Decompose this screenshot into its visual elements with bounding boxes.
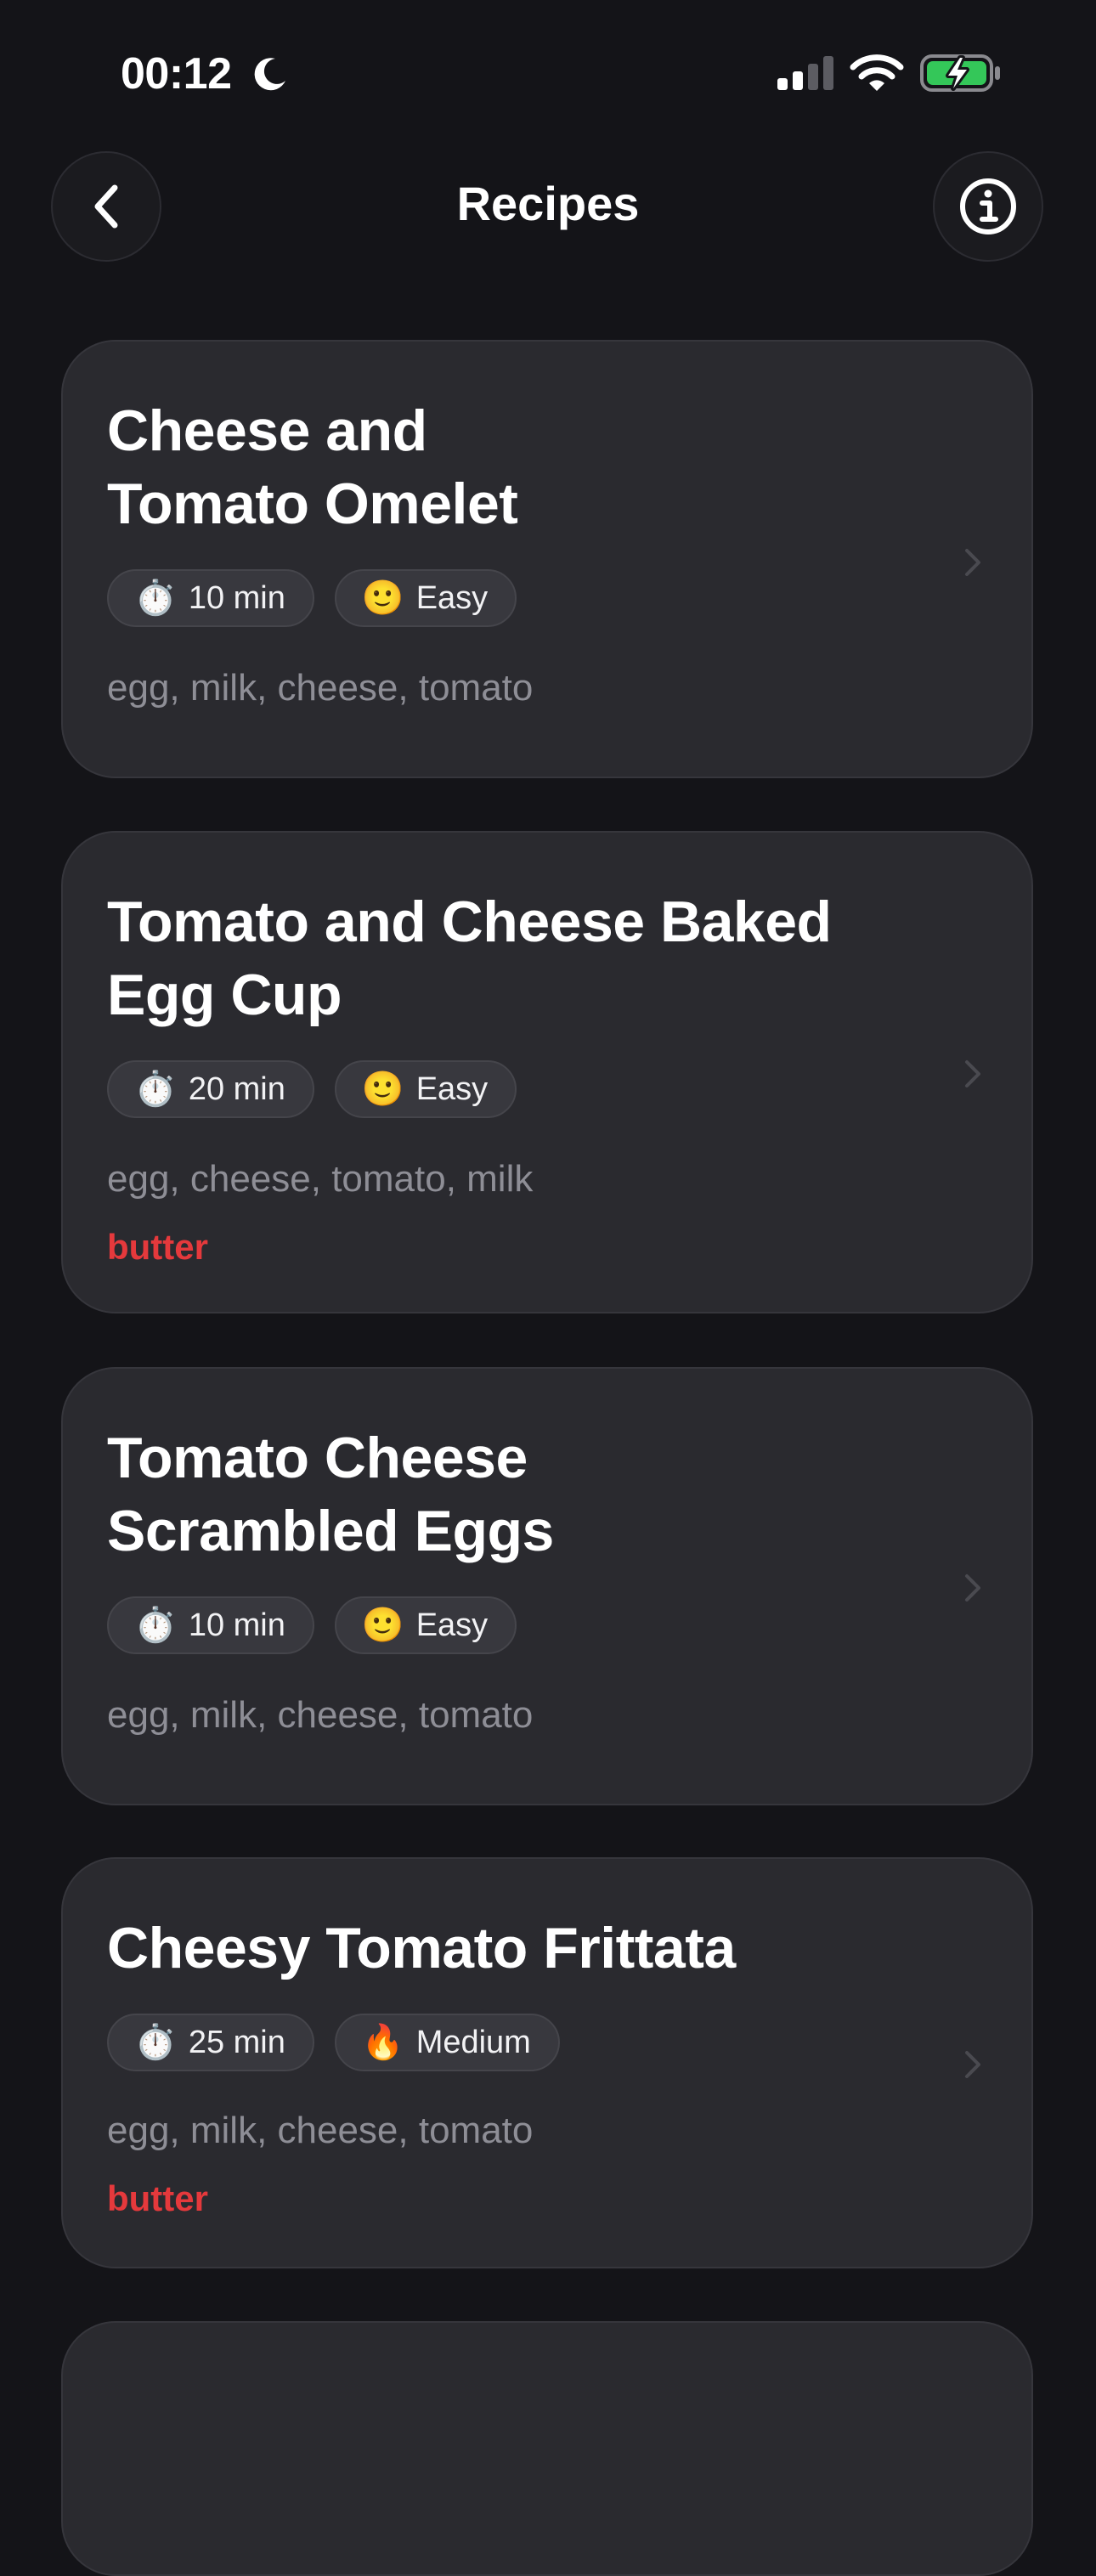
recipe-badges: ⏱️ 10 min 🙂 Easy (107, 569, 517, 627)
smiley-icon: 🙂 (361, 579, 404, 617)
nav-bar: Recipes (0, 149, 1096, 268)
ingredients-list: egg, cheese, tomato, milk (107, 1158, 534, 1200)
stopwatch-icon: ⏱️ (134, 579, 177, 617)
difficulty-badge: 🙂 Easy (334, 1596, 517, 1654)
moon-icon (254, 58, 285, 91)
recipe-title: Tomato and Cheese Baked Egg Cup (107, 890, 832, 1027)
signal-icon (777, 56, 833, 90)
ingredients-list: egg, milk, cheese, tomato (107, 1694, 534, 1736)
difficulty-badge: 🙂 Easy (334, 569, 517, 627)
chevron-right-icon (965, 1574, 980, 1602)
ingredients-list: egg, milk, cheese, tomato (107, 667, 534, 709)
recipe-badges: ⏱️ 20 min 🙂 Easy (107, 1060, 517, 1118)
chevron-right-icon (965, 2051, 980, 2078)
wifi-icon (850, 54, 904, 91)
time-badge: ⏱️ 25 min (107, 2014, 314, 2071)
page-title: Recipes (456, 177, 640, 230)
time-label: 10 min (188, 1607, 285, 1643)
recipe-title: Cheesy Tomato Frittata (107, 1916, 736, 1980)
time-badge: ⏱️ 10 min (107, 1596, 314, 1654)
time-label: 20 min (188, 1071, 285, 1107)
recipe-card[interactable]: Tomato and Cheese Baked Egg Cup ⏱️ 20 mi… (61, 831, 1033, 1313)
difficulty-label: Easy (415, 1071, 489, 1107)
time-label: 10 min (188, 579, 285, 616)
time-label: 25 min (188, 2024, 285, 2060)
recipe-card[interactable]: Cheese and Tomato Omelet ⏱️ 10 min 🙂 Eas… (61, 340, 1033, 778)
recipe-title: Cheese and Tomato Omelet (107, 398, 518, 536)
recipe-title: Tomato Cheese Scrambled Eggs (107, 1426, 554, 1563)
fire-icon: 🔥 (361, 2024, 404, 2061)
info-button[interactable] (933, 151, 1043, 262)
chevron-right-icon (965, 1060, 980, 1087)
status-bar: 00:12 (0, 0, 1096, 149)
difficulty-label: Easy (415, 579, 489, 616)
missing-ingredient: butter (107, 1227, 208, 1267)
smiley-icon: 🙂 (361, 1607, 404, 1644)
stopwatch-icon: ⏱️ (134, 1607, 177, 1644)
difficulty-label: Medium (415, 2024, 531, 2060)
recipe-card[interactable]: Tomato Cheese Scrambled Eggs ⏱️ 10 min 🙂… (61, 1367, 1033, 1805)
time-badge: ⏱️ 10 min (107, 569, 314, 627)
difficulty-label: Easy (415, 1607, 489, 1643)
info-circle-icon (960, 178, 1016, 234)
recipe-card[interactable] (61, 2321, 1033, 2576)
battery-icon (920, 54, 1000, 92)
recipe-card[interactable]: Cheesy Tomato Frittata ⏱️ 25 min 🔥 Mediu… (61, 1857, 1033, 2268)
chevron-right-icon (965, 549, 980, 576)
time-badge: ⏱️ 20 min (107, 1060, 314, 1118)
recipe-badges: ⏱️ 10 min 🙂 Easy (107, 1596, 517, 1654)
difficulty-badge: 🔥 Medium (334, 2014, 560, 2071)
stopwatch-icon: ⏱️ (134, 2024, 177, 2061)
stopwatch-icon: ⏱️ (134, 1071, 177, 1108)
recipe-badges: ⏱️ 25 min 🔥 Medium (107, 2014, 560, 2071)
difficulty-badge: 🙂 Easy (334, 1060, 517, 1118)
status-time: 00:12 (121, 49, 232, 99)
ingredients-list: egg, milk, cheese, tomato (107, 2110, 534, 2151)
missing-ingredient: butter (107, 2178, 208, 2218)
smiley-icon: 🙂 (361, 1071, 404, 1108)
